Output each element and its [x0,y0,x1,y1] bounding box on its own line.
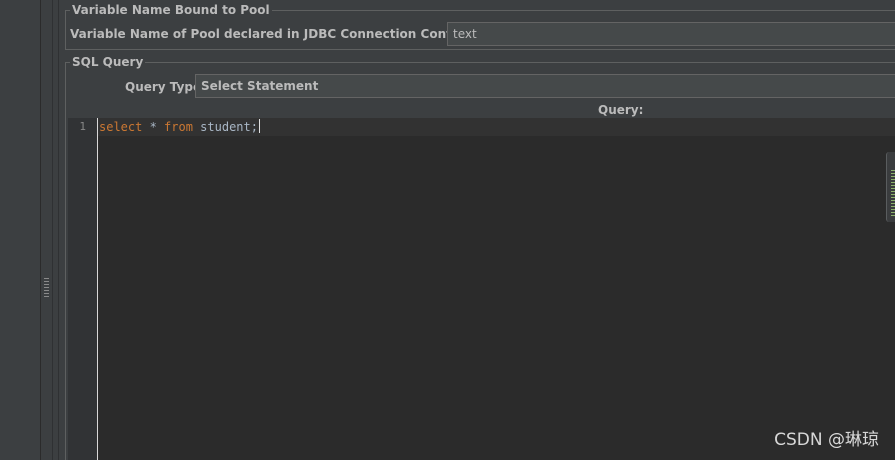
line-number: 1 [79,120,86,133]
code-token-plain: student; [192,120,258,134]
splitter-grip-icon[interactable] [44,278,49,298]
test-plan-tree-panel [0,0,41,460]
code-token-keyword: select [99,120,143,134]
sql-query-group-title: SQL Query [70,55,146,69]
code-token-keyword: from [164,120,193,134]
watermark: CSDN @琳琼 [774,430,879,450]
panel-splitter[interactable] [41,0,53,460]
editor-minimap-tab[interactable] [886,152,895,222]
query-type-select[interactable]: Select Statement [195,74,895,98]
jmeter-jdbc-request-panel: Variable Name Bound to Pool Variable Nam… [0,0,895,460]
text-caret [258,119,260,133]
pool-variable-input[interactable]: text [447,22,895,46]
query-header-label: Query: [598,103,644,117]
code-line[interactable]: select * from student; [99,119,260,135]
line-number-gutter: 1 [68,118,98,460]
code-token-plain: * [142,120,165,134]
sql-query-editor[interactable]: 1 select * from student; [68,118,895,460]
content-border [53,0,59,460]
pool-group-title: Variable Name Bound to Pool [70,3,272,17]
minimap-bar-icon [891,170,895,216]
query-type-label: Query Type: [125,80,206,94]
